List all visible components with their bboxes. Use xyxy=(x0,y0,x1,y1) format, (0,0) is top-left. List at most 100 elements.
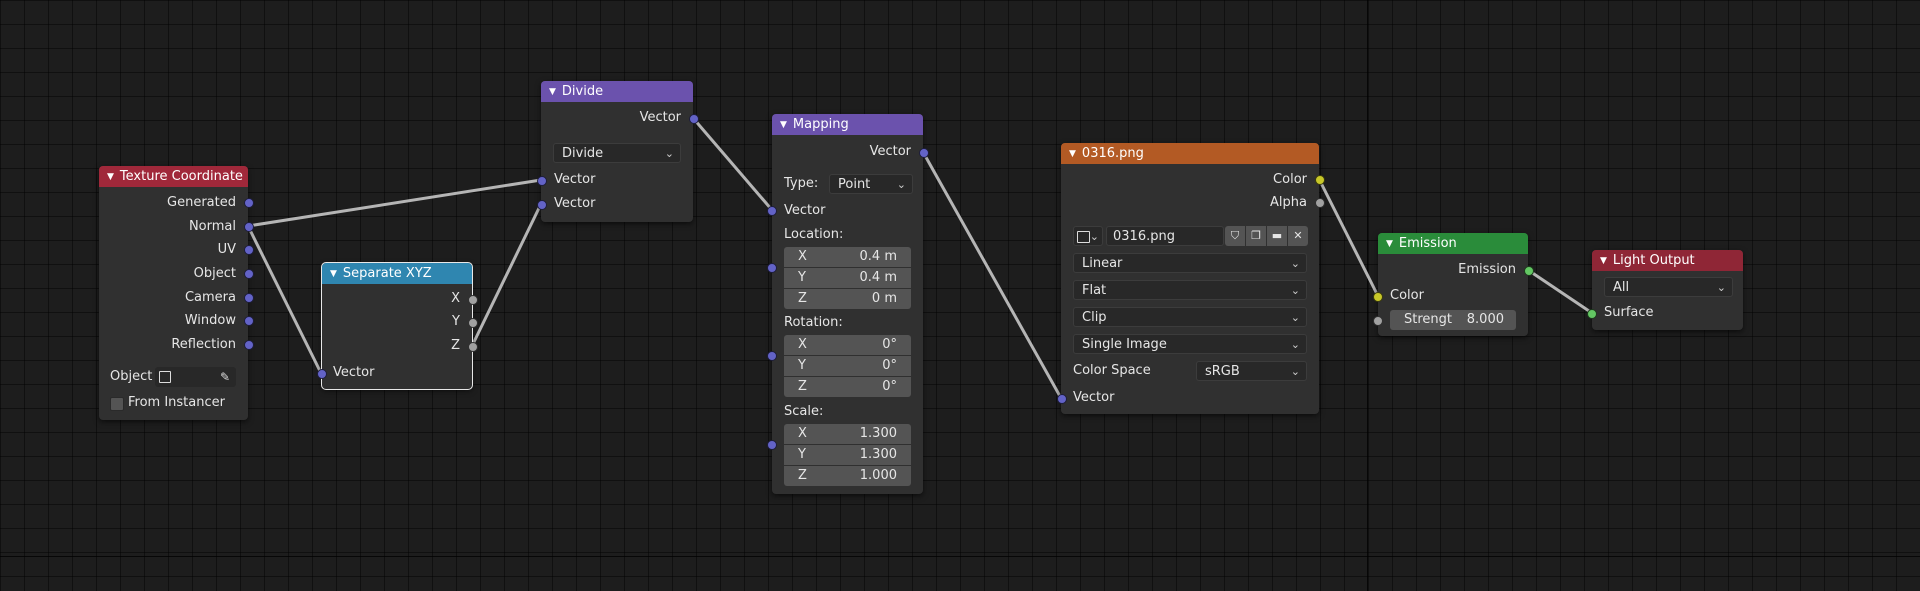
socket-location-in[interactable] xyxy=(767,263,777,273)
target-dropdown[interactable]: All ⌄ xyxy=(1604,277,1733,297)
collapse-triangle-icon[interactable]: ▼ xyxy=(107,172,114,182)
socket-x[interactable] xyxy=(468,295,478,305)
node-header[interactable]: ▼ 0316.png xyxy=(1061,143,1319,164)
collapse-triangle-icon[interactable]: ▼ xyxy=(1600,256,1607,266)
collapse-triangle-icon[interactable]: ▼ xyxy=(330,269,337,279)
projection-dropdown[interactable]: Flat ⌄ xyxy=(1073,280,1307,300)
strength-label: Strengt xyxy=(1404,312,1452,327)
socket-surface-in[interactable] xyxy=(1587,309,1597,319)
projection-value: Flat xyxy=(1082,283,1107,298)
extension-value: Clip xyxy=(1082,310,1107,325)
field-value: 1.300 xyxy=(859,447,897,462)
image-browse-button[interactable]: ⌄ xyxy=(1073,226,1103,246)
rotation-x-field[interactable]: X 0° xyxy=(784,335,911,355)
link-z-to-divide[interactable] xyxy=(470,202,543,348)
socket-object[interactable] xyxy=(244,269,254,279)
source-dropdown[interactable]: Single Image ⌄ xyxy=(1073,334,1307,354)
node-header[interactable]: ▼ Emission xyxy=(1378,233,1528,254)
image-texture-node[interactable]: ▼ 0316.png Color Alpha ⌄ 0316.png ⛉ ❐ ▬ … xyxy=(1061,143,1319,414)
texture-coordinate-node[interactable]: ▼ Texture Coordinate Generated Normal UV… xyxy=(99,166,248,420)
scale-x-field[interactable]: X 1.300 xyxy=(784,424,911,444)
axis-label: X xyxy=(798,337,807,352)
socket-y[interactable] xyxy=(468,318,478,328)
close-icon[interactable]: ✕ xyxy=(1288,226,1308,246)
emission-node[interactable]: ▼ Emission Emission Color Strengt 8.000 xyxy=(1378,233,1528,336)
mapping-node[interactable]: ▼ Mapping Vector Type: Point ⌄ Vector Lo… xyxy=(772,114,923,494)
folder-icon[interactable]: ▬ xyxy=(1267,226,1287,246)
chevron-down-icon: ⌄ xyxy=(664,147,674,160)
rotation-z-field[interactable]: Z 0° xyxy=(784,377,911,397)
socket-normal[interactable] xyxy=(244,222,254,232)
light-output-node[interactable]: ▼ Light Output All ⌄ Surface xyxy=(1592,250,1743,330)
collapse-triangle-icon[interactable]: ▼ xyxy=(549,87,556,97)
link-color-to-emission[interactable] xyxy=(1317,177,1380,298)
interpolation-value: Linear xyxy=(1082,256,1123,271)
socket-rotation-in[interactable] xyxy=(767,351,777,361)
scale-z-field[interactable]: Z 1.000 xyxy=(784,466,911,486)
collapse-triangle-icon[interactable]: ▼ xyxy=(1069,149,1076,159)
socket-color-out[interactable] xyxy=(1315,175,1325,185)
link-divide-to-mapping[interactable] xyxy=(691,116,774,212)
axis-label: Y xyxy=(798,358,806,373)
image-name-value: 0316.png xyxy=(1113,229,1175,244)
input-surface-label: Surface xyxy=(1604,305,1654,320)
output-vector-label: Vector xyxy=(869,144,911,159)
type-dropdown[interactable]: Point ⌄ xyxy=(829,174,913,194)
separate-xyz-node[interactable]: ▼ Separate XYZ X Y Z Vector xyxy=(321,262,473,390)
socket-z[interactable] xyxy=(468,342,478,352)
socket-window[interactable] xyxy=(244,316,254,326)
extension-dropdown[interactable]: Clip ⌄ xyxy=(1073,307,1307,327)
socket-alpha-out[interactable] xyxy=(1315,198,1325,208)
image-name-field[interactable]: 0316.png xyxy=(1106,226,1224,246)
scale-y-field[interactable]: Y 1.300 xyxy=(784,445,911,465)
socket-vector-in[interactable] xyxy=(767,206,777,216)
node-header[interactable]: ▼ Separate XYZ xyxy=(322,263,472,284)
object-picker-field[interactable]: ✎ xyxy=(155,367,236,387)
collapse-triangle-icon[interactable]: ▼ xyxy=(1386,239,1393,249)
operation-dropdown[interactable]: Divide ⌄ xyxy=(553,143,681,163)
link-emission-to-output[interactable] xyxy=(1526,268,1594,315)
location-z-field[interactable]: Z 0 m xyxy=(784,289,911,309)
divide-node[interactable]: ▼ Divide Vector Divide ⌄ Vector Vector xyxy=(541,81,693,222)
socket-color-in[interactable] xyxy=(1373,292,1383,302)
strength-field[interactable]: Strengt 8.000 xyxy=(1390,310,1516,330)
rotation-y-field[interactable]: Y 0° xyxy=(784,356,911,376)
output-alpha-label: Alpha xyxy=(1270,195,1307,210)
socket-vector-out[interactable] xyxy=(919,148,929,158)
output-reflection-label: Reflection xyxy=(171,337,236,352)
node-header[interactable]: ▼ Mapping xyxy=(772,114,923,135)
socket-camera[interactable] xyxy=(244,293,254,303)
from-instancer-checkbox[interactable] xyxy=(110,397,124,411)
location-x-field[interactable]: X 0.4 m xyxy=(784,247,911,267)
link-normal-to-separate[interactable] xyxy=(246,224,323,375)
color-space-dropdown[interactable]: sRGB ⌄ xyxy=(1196,361,1307,381)
location-y-field[interactable]: Y 0.4 m xyxy=(784,268,911,288)
socket-uv[interactable] xyxy=(244,245,254,255)
node-header[interactable]: ▼ Divide xyxy=(541,81,693,102)
socket-vector-in[interactable] xyxy=(1057,394,1067,404)
duplicate-icon[interactable]: ❐ xyxy=(1246,226,1266,246)
strength-value: 8.000 xyxy=(1466,312,1504,327)
eyedropper-icon[interactable]: ✎ xyxy=(220,367,230,387)
socket-vector-in-2[interactable] xyxy=(537,200,547,210)
socket-strength-in[interactable] xyxy=(1373,316,1383,326)
node-title: Texture Coordinate xyxy=(119,169,243,184)
fake-user-shield-icon[interactable]: ⛉ xyxy=(1225,226,1245,246)
socket-scale-in[interactable] xyxy=(767,440,777,450)
field-value: 0° xyxy=(882,379,897,394)
input-vector-label: Vector xyxy=(784,203,826,218)
collapse-triangle-icon[interactable]: ▼ xyxy=(780,120,787,130)
socket-vector-out[interactable] xyxy=(689,114,699,124)
node-header[interactable]: ▼ Light Output xyxy=(1592,250,1743,271)
socket-vector-in-1[interactable] xyxy=(537,176,547,186)
output-normal-label: Normal xyxy=(188,219,236,234)
socket-generated[interactable] xyxy=(244,198,254,208)
socket-reflection[interactable] xyxy=(244,340,254,350)
field-value: 1.300 xyxy=(859,426,897,441)
link-mapping-to-image[interactable] xyxy=(921,150,1063,400)
socket-emission-out[interactable] xyxy=(1524,266,1534,276)
interpolation-dropdown[interactable]: Linear ⌄ xyxy=(1073,253,1307,273)
socket-vector-in[interactable] xyxy=(317,369,327,379)
node-header[interactable]: ▼ Texture Coordinate xyxy=(99,166,248,187)
link-normal-to-divide[interactable] xyxy=(246,178,543,228)
